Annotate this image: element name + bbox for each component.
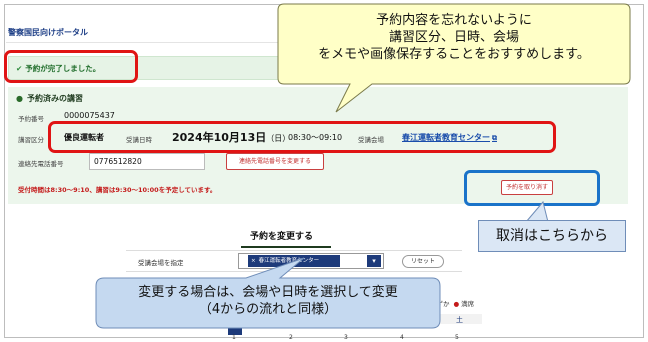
callout-bottom-line: 変更する場合は、会場や日時を選択して変更: [138, 285, 398, 300]
callout-bottom: 変更する場合は、会場や日時を選択して変更 （4からの流れと同様）: [95, 257, 441, 329]
cancel-callout: 取消はこちらから: [478, 220, 626, 252]
callout-bottom-text: 変更する場合は、会場や日時を選択して変更 （4からの流れと同様）: [100, 284, 436, 318]
callout-bottom-line: （4からの流れと同様）: [198, 302, 338, 317]
